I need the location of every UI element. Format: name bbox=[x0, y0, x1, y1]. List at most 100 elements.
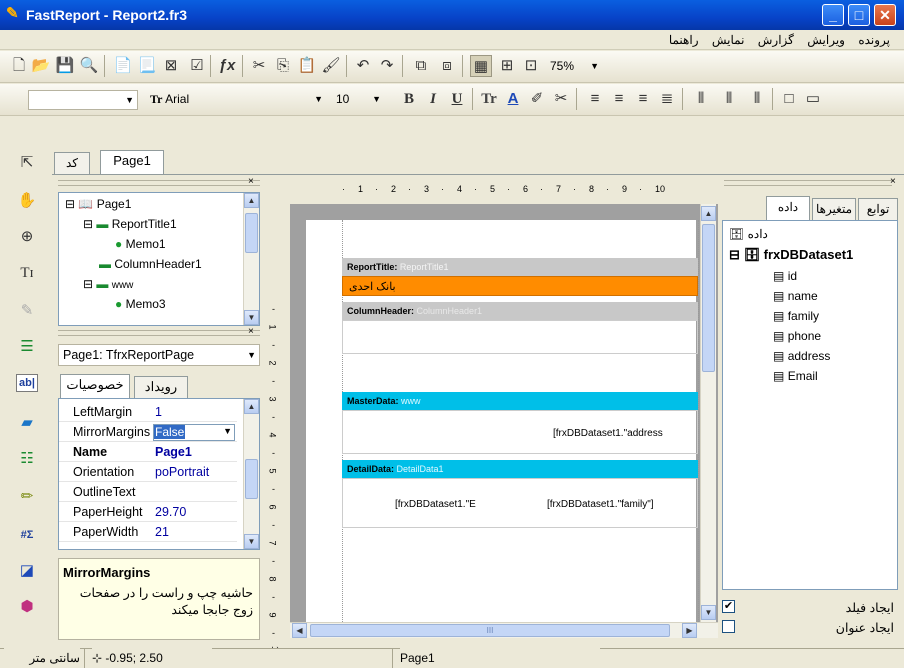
data-field-id[interactable]: ▤ id bbox=[773, 269, 797, 283]
redo-icon[interactable]: ↷ bbox=[376, 55, 398, 77]
memo-tool-icon[interactable]: ab| bbox=[16, 374, 38, 392]
data-field-family[interactable]: ▤ family bbox=[773, 309, 819, 323]
more-tools-icon[interactable]: ⬢ bbox=[16, 596, 38, 618]
mirrormargins-select[interactable]: False ▼ bbox=[153, 424, 235, 441]
design-hscroll[interactable]: ◀ III ▶ bbox=[290, 622, 718, 638]
tab-code[interactable]: کد bbox=[54, 152, 90, 174]
valign-top-icon[interactable]: ⦀ bbox=[690, 88, 712, 110]
draw-tool-icon[interactable]: ✏ bbox=[16, 486, 38, 508]
scroll-up-icon[interactable]: ▲ bbox=[701, 206, 716, 221]
memo-family[interactable]: [frxDBDataset1."family"] bbox=[547, 499, 654, 510]
align-left-icon[interactable]: ≡ bbox=[584, 88, 606, 110]
picture-tool-icon[interactable]: ▰ bbox=[16, 412, 38, 434]
tab-data[interactable]: داده bbox=[766, 196, 810, 220]
tree-panel-grip[interactable] bbox=[58, 180, 260, 186]
tree-node-columnheader1[interactable]: ▬ ColumnHeader1 bbox=[99, 257, 202, 271]
align-center-icon[interactable]: ≡ bbox=[608, 88, 630, 110]
copy-icon[interactable]: ⎘ bbox=[272, 55, 294, 77]
delete-page-icon[interactable]: ⊠ bbox=[160, 55, 182, 77]
data-tree-dataset[interactable]: ⊟ 🗄 frxDBDataset1 bbox=[729, 247, 853, 263]
band-masterdata-body[interactable]: [frxDBDataset1."address bbox=[342, 410, 698, 454]
memo-address[interactable]: [frxDBDataset1."address bbox=[553, 428, 663, 439]
band-detaildata-header[interactable]: DetailData: DetailData1 bbox=[342, 460, 698, 478]
bold-button[interactable]: B bbox=[398, 88, 420, 110]
design-vscroll[interactable]: ▲ ▼ bbox=[700, 204, 716, 622]
scroll-left-icon[interactable]: ◀ bbox=[292, 623, 307, 638]
report-page[interactable]: ReportTitle: ReportTitle1 بانک احدی Colu… bbox=[306, 220, 699, 630]
open-icon[interactable]: 📂 bbox=[30, 55, 52, 77]
preview-icon[interactable]: 🔍 bbox=[78, 55, 100, 77]
scroll-up-icon[interactable]: ▲ bbox=[244, 399, 259, 414]
fit-grid-icon[interactable]: ⊡ bbox=[520, 55, 542, 77]
data-panel-grip[interactable] bbox=[724, 180, 892, 186]
data-tree-root[interactable]: 🗄 داده bbox=[729, 227, 768, 241]
prop-row-outlinetext[interactable]: OutlineText bbox=[59, 483, 237, 502]
text-tool-icon[interactable]: Tɪ bbox=[16, 262, 38, 284]
cut-icon[interactable]: ✂ bbox=[248, 55, 270, 77]
new-icon[interactable]: 🗋 bbox=[8, 55, 30, 77]
scroll-up-icon[interactable]: ▲ bbox=[244, 193, 259, 208]
function-icon[interactable]: ƒx bbox=[216, 55, 238, 77]
prop-row-leftmargin[interactable]: LeftMargin 1 bbox=[59, 403, 237, 422]
tree-scrollbar[interactable]: ▲ ▼ bbox=[243, 193, 259, 325]
tab-properties[interactable]: خصوصیات bbox=[60, 374, 130, 398]
scroll-right-icon[interactable]: ▶ bbox=[682, 623, 697, 638]
zoom-tool-icon[interactable]: ⊕ bbox=[16, 226, 38, 248]
memo-email[interactable]: [frxDBDataset1."E bbox=[395, 499, 476, 510]
menu-report[interactable]: گزارش bbox=[758, 30, 794, 50]
menu-view[interactable]: نمایش bbox=[712, 30, 745, 50]
hscroll-thumb[interactable]: III bbox=[310, 624, 670, 637]
close-button[interactable]: ✕ bbox=[874, 4, 896, 26]
maximize-button[interactable]: □ bbox=[848, 4, 870, 26]
select-tool-icon[interactable]: ⇱ bbox=[16, 152, 38, 174]
frame-all-icon[interactable]: □ bbox=[778, 88, 800, 110]
create-field-checkbox[interactable]: ✔ bbox=[722, 600, 735, 613]
new-page-icon[interactable]: 📄 bbox=[112, 55, 134, 77]
data-panel-close-icon[interactable]: × bbox=[890, 176, 896, 187]
prop-row-paperwidth[interactable]: PaperWidth 21 bbox=[59, 523, 237, 542]
font-settings-icon[interactable]: Tr bbox=[478, 88, 500, 110]
paste-icon[interactable]: 📋 bbox=[296, 55, 318, 77]
format-copy-icon[interactable]: ✎ bbox=[16, 300, 38, 322]
band-tool-icon[interactable]: ☰ bbox=[16, 336, 38, 358]
valign-bottom-icon[interactable]: ⦀ bbox=[746, 88, 768, 110]
create-title-checkbox[interactable] bbox=[722, 620, 735, 633]
prop-row-mirrormargins[interactable]: MirrorMargins False ▼ bbox=[59, 423, 237, 442]
data-field-address[interactable]: ▤ address bbox=[773, 349, 830, 363]
inspector-grip[interactable] bbox=[58, 330, 260, 336]
data-field-email[interactable]: ▤ Email bbox=[773, 369, 818, 383]
scroll-down-icon[interactable]: ▼ bbox=[244, 534, 259, 549]
inspector-close-icon[interactable]: × bbox=[248, 326, 254, 337]
valign-center-icon[interactable]: ⦀ bbox=[718, 88, 740, 110]
band-columnheader-body[interactable] bbox=[342, 320, 698, 354]
undo-icon[interactable]: ↶ bbox=[352, 55, 374, 77]
font-name-select[interactable]: Tr Arial ▼ bbox=[146, 90, 326, 110]
prop-row-orientation[interactable]: Orientation poPortrait bbox=[59, 463, 237, 482]
save-icon[interactable]: 💾 bbox=[54, 55, 76, 77]
tree-node-memo3[interactable]: ● Memo3 bbox=[115, 297, 166, 311]
tab-events[interactable]: رویداد bbox=[134, 376, 188, 398]
ungroup-icon[interactable]: ⧈ bbox=[436, 55, 458, 77]
scroll-down-icon[interactable]: ▼ bbox=[701, 605, 716, 620]
menu-file[interactable]: پرونده bbox=[858, 30, 890, 50]
tab-page1[interactable]: Page1 bbox=[100, 150, 164, 174]
tree-node-page1[interactable]: ⊟ 📖 Page1 bbox=[65, 197, 131, 211]
font-size-select[interactable]: 10 ▼ bbox=[332, 90, 384, 110]
menu-edit[interactable]: ویرایش bbox=[807, 30, 845, 50]
italic-button[interactable]: I bbox=[422, 88, 444, 110]
tree-node-memo1[interactable]: ● Memo1 bbox=[115, 237, 166, 251]
object-select[interactable]: Page1: TfrxReportPage ▼ bbox=[58, 344, 260, 366]
style-icon[interactable]: ✂ bbox=[550, 88, 572, 110]
new-dialog-icon[interactable]: 📃 bbox=[136, 55, 158, 77]
font-color-icon[interactable]: A bbox=[502, 88, 524, 110]
tree-node-reporttitle1[interactable]: ⊟ ▬ ReportTitle1 bbox=[83, 217, 177, 231]
tree-node-www[interactable]: ⊟ ▬ www bbox=[83, 277, 133, 291]
align-grid-icon[interactable]: ⊞ bbox=[496, 55, 518, 77]
band-reporttitle-header[interactable]: ReportTitle: ReportTitle1 bbox=[342, 258, 698, 276]
menu-help[interactable]: راهنما bbox=[669, 30, 699, 50]
properties-scrollbar[interactable]: ▲ ▼ bbox=[243, 399, 259, 549]
frame-none-icon[interactable]: ▭ bbox=[802, 88, 824, 110]
tab-functions[interactable]: توابع bbox=[858, 198, 898, 220]
band-columnheader-header[interactable]: ColumnHeader: ColumnHeader1 bbox=[342, 302, 698, 320]
zoom-select[interactable]: 75% ▼ bbox=[546, 57, 602, 77]
